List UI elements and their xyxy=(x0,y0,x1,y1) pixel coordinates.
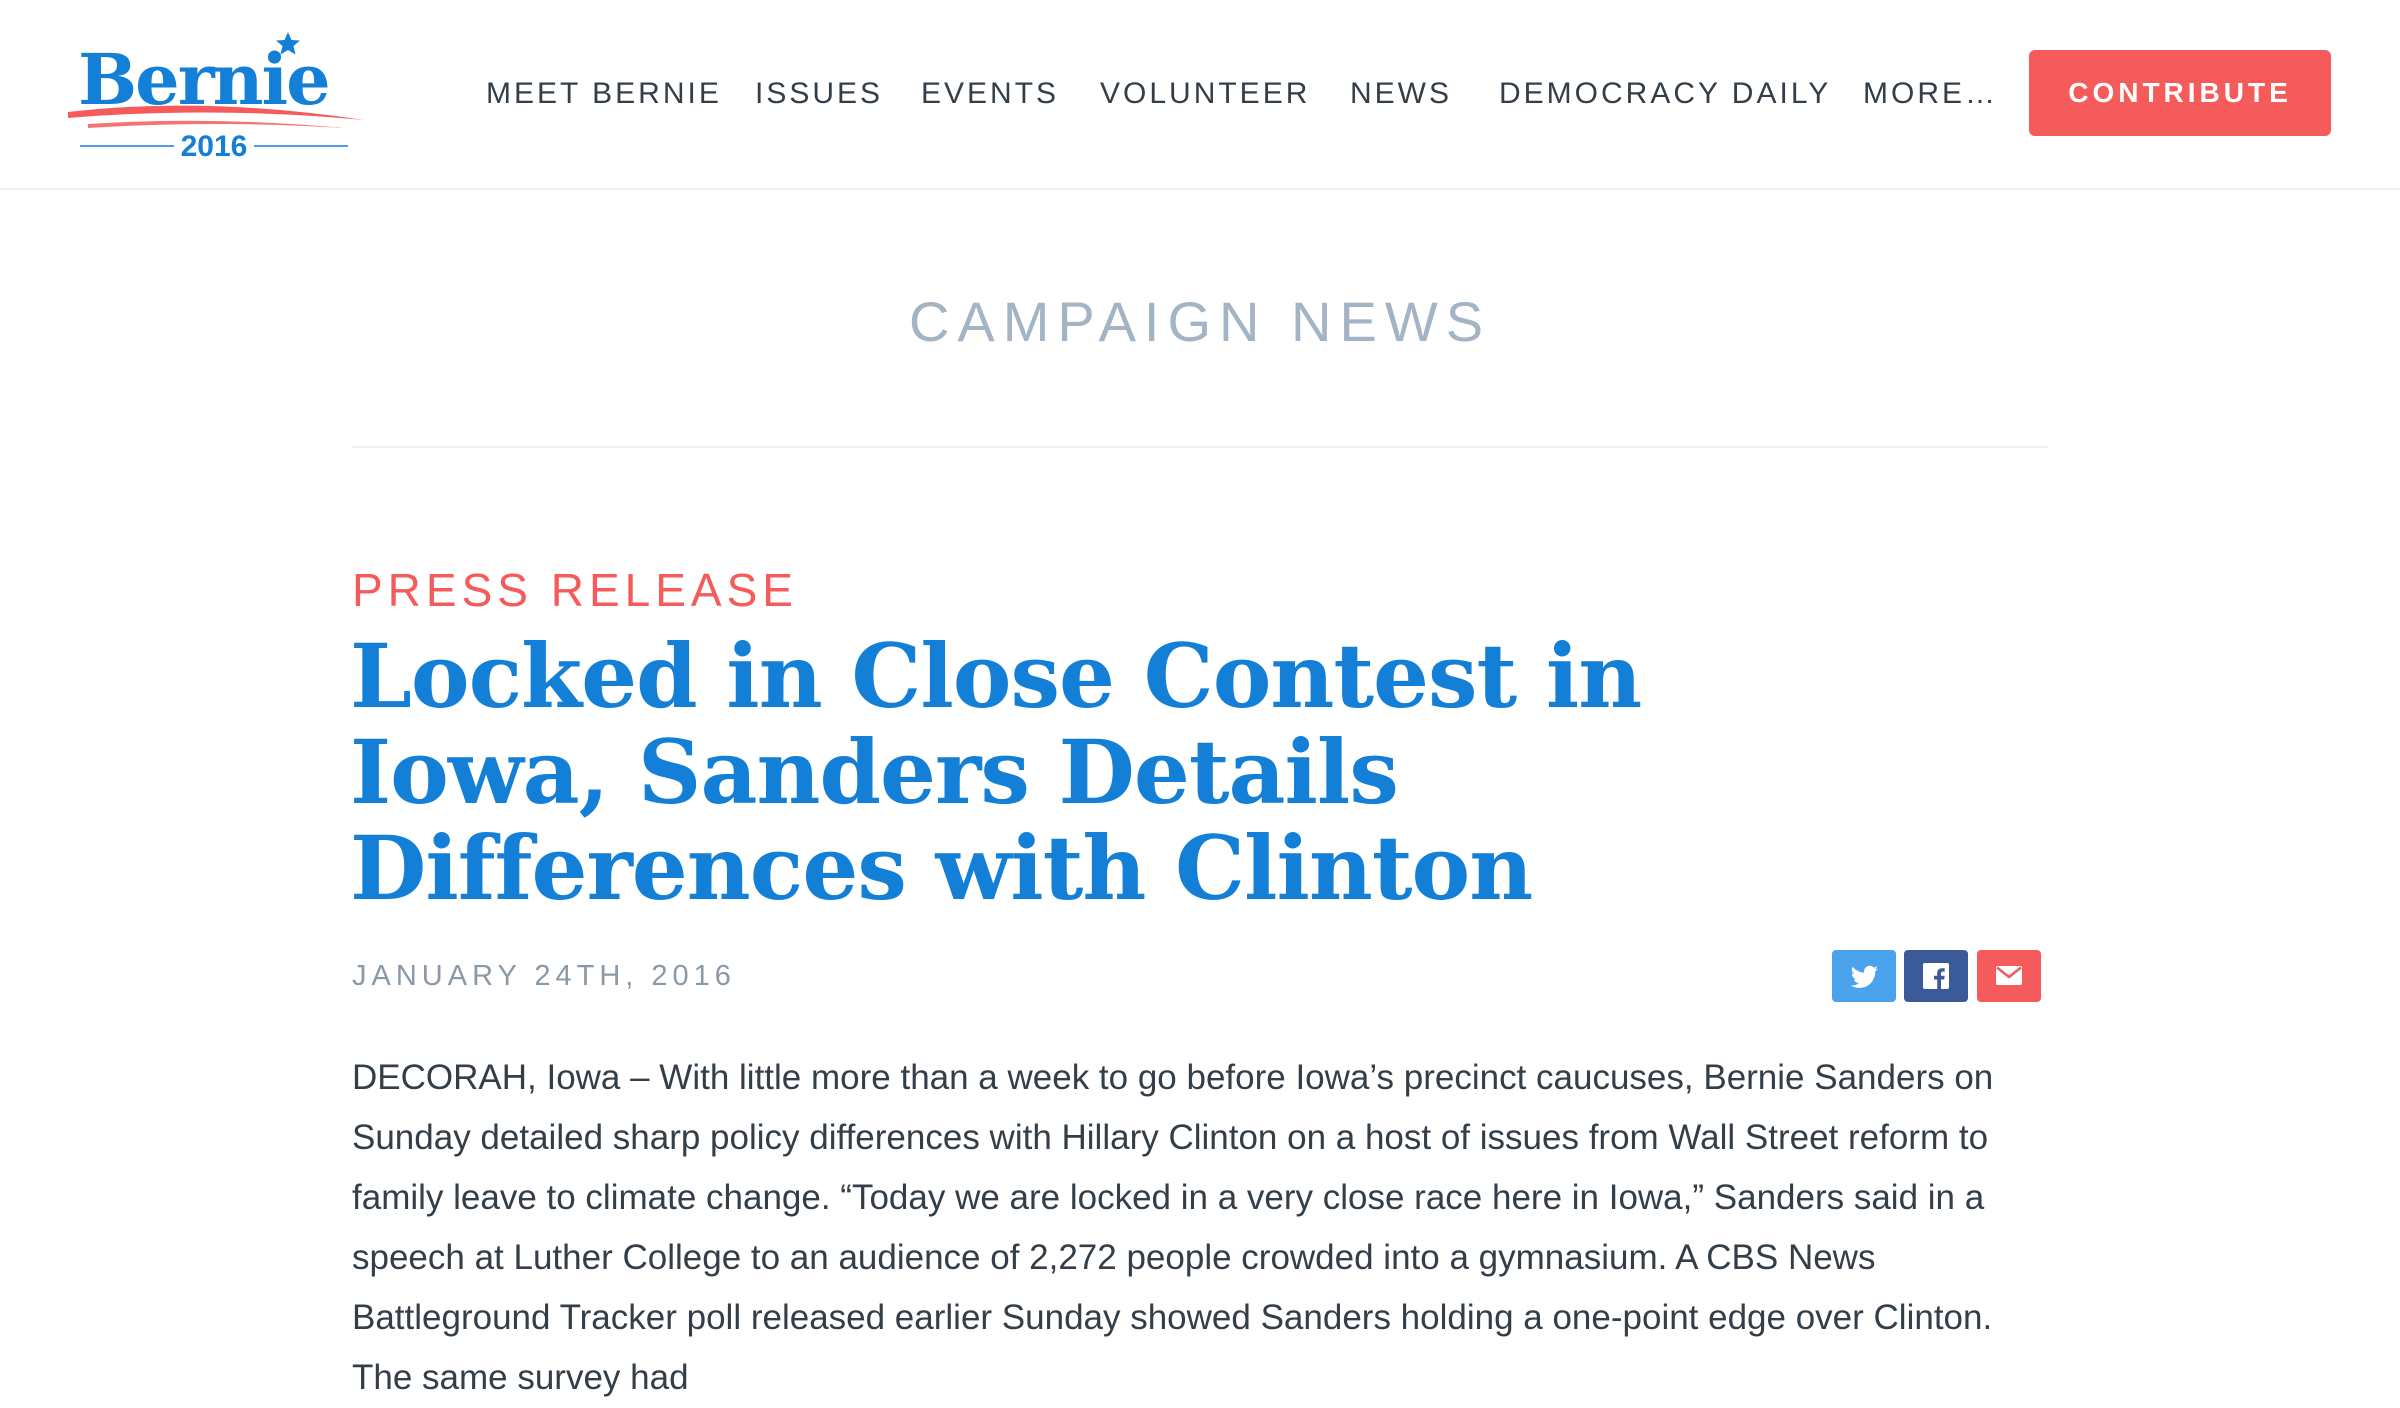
facebook-icon xyxy=(1923,963,1949,989)
article-body: DECORAH, Iowa – With little more than a … xyxy=(352,1058,1994,1397)
twitter-icon xyxy=(1850,965,1878,988)
nav-meet-bernie[interactable]: MEET BERNIE xyxy=(486,74,722,114)
nav-democracy-daily[interactable]: DEMOCRACY DAILY xyxy=(1499,74,1831,114)
nav-more[interactable]: MORE… xyxy=(1863,74,1998,114)
article-headline: Locked in Close Contest in Iowa, Sanders… xyxy=(350,624,1642,920)
nav-issues[interactable]: ISSUES xyxy=(755,74,883,114)
nav-volunteer[interactable]: VOLUNTEER xyxy=(1100,74,1310,114)
email-icon xyxy=(1996,966,2022,985)
share-facebook-button[interactable] xyxy=(1904,950,1968,1002)
section-title: CAMPAIGN NEWS xyxy=(908,290,1492,353)
nav-events[interactable]: EVENTS xyxy=(921,74,1059,114)
logo-year: 2016 xyxy=(181,130,248,163)
contribute-button[interactable]: CONTRIBUTE xyxy=(2029,50,2331,136)
article-date: JANUARY 24TH, 2016 xyxy=(352,960,736,992)
site-header: Bernie 2016 MEET BERNIE ISSUES EVENTS VO… xyxy=(0,0,2400,190)
share-twitter-button[interactable] xyxy=(1832,950,1896,1002)
bernie-2016-logo[interactable]: Bernie 2016 xyxy=(64,28,364,168)
article-category[interactable]: PRESS RELEASE xyxy=(352,560,798,620)
share-email-button[interactable] xyxy=(1977,950,2041,1002)
nav-news[interactable]: NEWS xyxy=(1350,74,1452,114)
section-divider xyxy=(352,446,2048,448)
